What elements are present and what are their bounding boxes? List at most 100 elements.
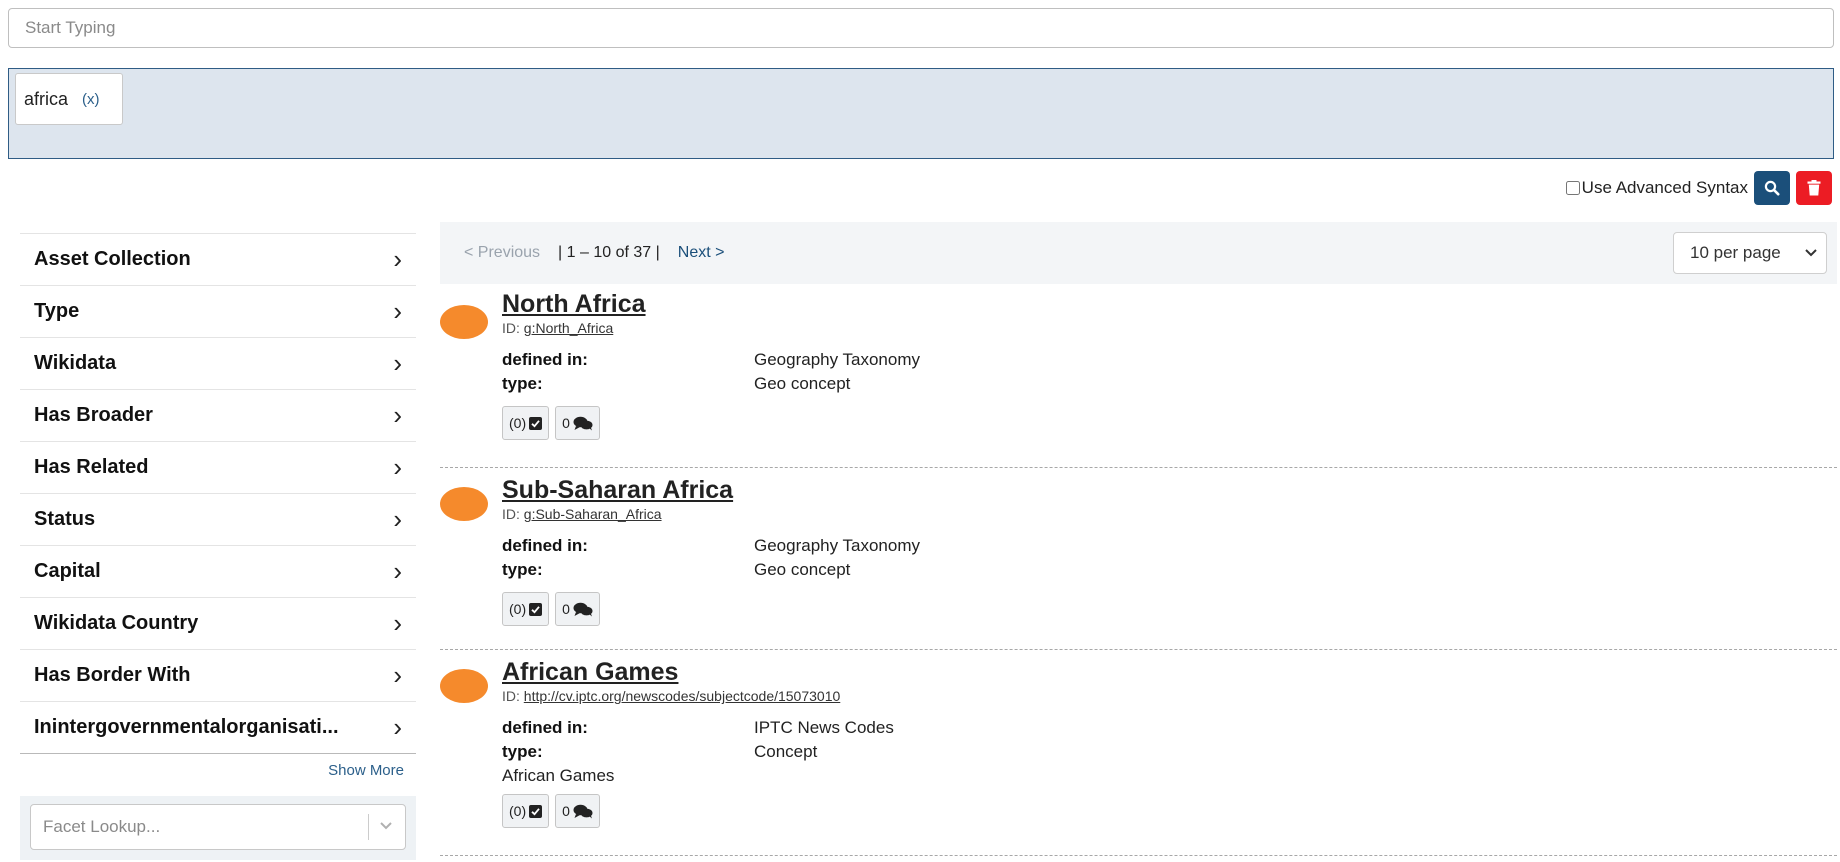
show-more-link[interactable]: Show More (20, 754, 416, 786)
facet-status[interactable]: Status › (20, 493, 416, 545)
facet-lookup-panel: Facet Lookup... (20, 796, 416, 860)
result-field-row: defined in: IPTC News Codes (502, 716, 1837, 740)
clear-button[interactable] (1796, 171, 1832, 205)
facet-label: Asset Collection (34, 248, 191, 270)
result-id-link[interactable]: g:North_Africa (524, 320, 613, 336)
facet-label: Capital (34, 560, 101, 582)
select-separator (368, 814, 369, 840)
result-field-row: defined in: Geography Taxonomy (502, 348, 1837, 372)
search-actions: Use Advanced Syntax (1565, 171, 1832, 205)
facet-wikidata[interactable]: Wikidata › (20, 337, 416, 389)
advanced-syntax-toggle[interactable]: Use Advanced Syntax (1565, 178, 1748, 198)
term-chip: africa (x) (15, 73, 123, 125)
comments-count: 0 (562, 415, 570, 431)
comments-icon (573, 602, 593, 616)
field-label: defined in: (502, 350, 588, 369)
facet-has-related[interactable]: Has Related › (20, 441, 416, 493)
chevron-right-icon: › (393, 348, 402, 378)
chevron-down-icon[interactable] (379, 818, 405, 836)
result-item: Sub-Saharan Africa ID: g:Sub-Saharan_Afr… (440, 468, 1837, 650)
tasks-count: (0) (509, 601, 527, 617)
result-id: ID: g:North_Africa (502, 320, 1837, 336)
chevron-right-icon: › (393, 296, 402, 326)
results-list: North Africa ID: g:North_Africa defined … (440, 286, 1837, 856)
check-square-icon (529, 602, 543, 616)
check-square-icon (529, 416, 543, 430)
result-actions: (0) 0 (502, 592, 1837, 626)
tasks-button[interactable]: (0) (502, 592, 550, 626)
chevron-right-icon: › (393, 608, 402, 638)
result-title-link[interactable]: African Games (502, 658, 678, 687)
result-id: ID: http://cv.iptc.org/newscodes/subject… (502, 688, 1837, 704)
search-input[interactable] (23, 17, 1819, 39)
per-page-select[interactable]: 10 per page (1673, 232, 1827, 274)
facet-label: Status (34, 508, 96, 530)
facet-label: Has Related (34, 456, 149, 478)
result-item: African Games ID: http://cv.iptc.org/new… (440, 650, 1837, 856)
advanced-syntax-checkbox[interactable] (1565, 181, 1580, 195)
facet-wikidata-country[interactable]: Wikidata Country › (20, 597, 416, 649)
field-label: type: (502, 560, 543, 579)
comments-icon (573, 804, 593, 818)
chevron-right-icon: › (393, 712, 402, 742)
facet-has-broader[interactable]: Has Broader › (20, 389, 416, 441)
result-fields: defined in: Geography Taxonomy type: Geo… (502, 534, 1837, 582)
next-page-link[interactable]: Next > (678, 244, 725, 262)
chevron-right-icon: › (393, 400, 402, 430)
result-id-label: ID: (502, 320, 520, 336)
previous-page-link[interactable]: < Previous (464, 244, 540, 262)
result-title-link[interactable]: Sub-Saharan Africa (502, 476, 733, 505)
facet-sidebar: Asset Collection › Type › Wikidata › Has… (20, 233, 416, 860)
chevron-right-icon: › (393, 244, 402, 274)
concept-dot-icon (440, 669, 488, 703)
field-label: type: (502, 742, 543, 761)
result-description: African Games (502, 766, 615, 785)
facet-capital[interactable]: Capital › (20, 545, 416, 597)
chevron-right-icon: › (393, 452, 402, 482)
facet-label: Inintergovernmentalorganisati... (34, 716, 339, 738)
facet-lookup-select[interactable]: Facet Lookup... (30, 804, 406, 850)
result-id: ID: g:Sub-Saharan_Africa (502, 506, 1837, 522)
field-value: Geography Taxonomy (754, 536, 921, 555)
facet-label: Wikidata Country (34, 612, 199, 634)
pagination-bar: < Previous | 1 – 10 of 37 | Next > 10 pe… (440, 222, 1837, 284)
field-label: defined in: (502, 718, 588, 737)
result-id-label: ID: (502, 506, 520, 522)
result-id-link[interactable]: g:Sub-Saharan_Africa (524, 506, 662, 522)
result-actions: (0) 0 (502, 794, 1837, 828)
facet-has-border-with[interactable]: Has Border With › (20, 649, 416, 701)
result-fields: defined in: Geography Taxonomy type: Geo… (502, 348, 1837, 396)
tasks-button[interactable]: (0) (502, 406, 550, 440)
concept-dot-icon (440, 305, 488, 339)
facet-label: Type (34, 300, 80, 322)
chevron-right-icon: › (393, 504, 402, 534)
search-box[interactable] (8, 8, 1834, 48)
concept-dot-icon (440, 487, 488, 521)
search-icon (1764, 180, 1780, 196)
selected-terms-area: africa (x) (8, 68, 1834, 159)
comments-button[interactable]: 0 (555, 406, 600, 440)
result-title-link[interactable]: North Africa (502, 290, 646, 319)
result-field-row: defined in: Geography Taxonomy (502, 534, 1837, 558)
result-id-link[interactable]: http://cv.iptc.org/newscodes/subjectcode… (524, 688, 841, 704)
term-chip-label: africa (24, 88, 69, 109)
comments-button[interactable]: 0 (555, 592, 600, 626)
facet-inintergovernmentalorganisation[interactable]: Inintergovernmentalorganisati... › (20, 701, 416, 753)
trash-icon (1807, 180, 1821, 196)
facet-label: Has Border With (34, 664, 191, 686)
comments-button[interactable]: 0 (555, 794, 600, 828)
advanced-syntax-label: Use Advanced Syntax (1581, 178, 1748, 197)
chevron-right-icon: › (393, 660, 402, 690)
result-item: North Africa ID: g:North_Africa defined … (440, 286, 1837, 468)
facet-type[interactable]: Type › (20, 285, 416, 337)
tasks-button[interactable]: (0) (502, 794, 550, 828)
term-chip-remove[interactable]: (x) (82, 91, 100, 108)
facet-asset-collection[interactable]: Asset Collection › (20, 233, 416, 285)
result-field-row: type: Geo concept (502, 372, 1837, 396)
field-value: Geography Taxonomy (754, 350, 921, 369)
facet-lookup-placeholder: Facet Lookup... (43, 817, 161, 836)
comments-icon (573, 416, 593, 430)
comments-count: 0 (562, 601, 570, 617)
search-button[interactable] (1754, 171, 1790, 205)
field-value: IPTC News Codes (754, 718, 894, 737)
